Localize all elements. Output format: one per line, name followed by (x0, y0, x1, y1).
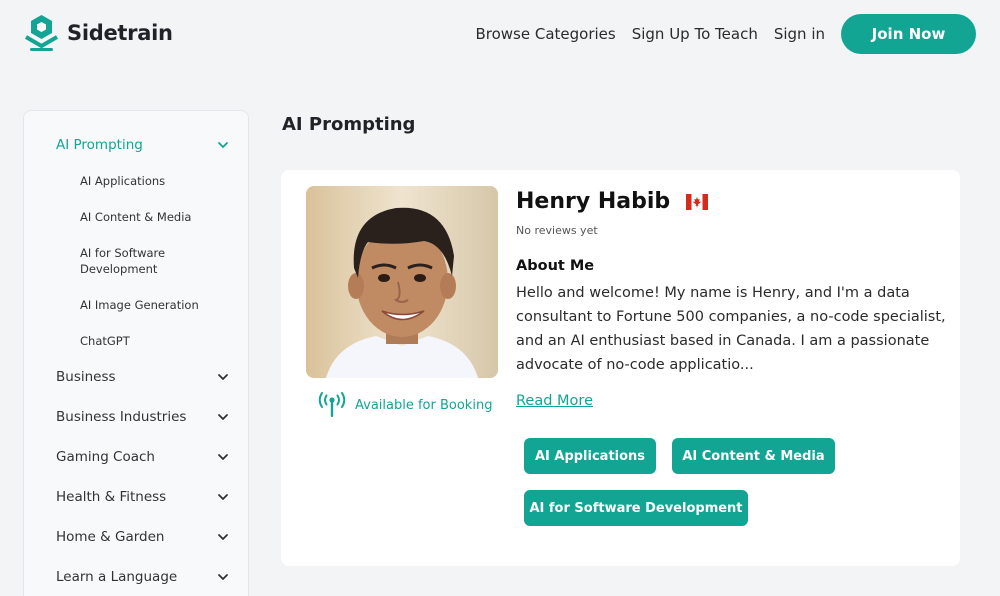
chevron-down-icon (218, 494, 228, 501)
sidebar-item-label: AI Prompting (56, 137, 143, 153)
availability-status[interactable]: Available for Booking (317, 392, 492, 418)
tag-ai-software-development[interactable]: AI for Software Development (524, 490, 748, 526)
sidebar-subitem-ai-content-media[interactable]: AI Content & Media (80, 209, 230, 225)
sidebar-subitem-chatgpt[interactable]: ChatGPT (80, 333, 230, 349)
broadcast-antenna-icon (318, 392, 346, 417)
sidebar-subitem-ai-applications[interactable]: AI Applications (80, 173, 230, 189)
chevron-down-icon (218, 414, 228, 421)
sidebar-item-learn-a-language[interactable]: Learn a Language (56, 569, 230, 585)
top-header: Sidetrain Browse Categories Sign Up To T… (0, 0, 1000, 70)
about-heading: About Me (516, 258, 595, 274)
about-text: Hello and welcome! My name is Henry, and… (516, 285, 946, 373)
sidebar-item-business[interactable]: Business (56, 369, 230, 385)
sidetrain-logo-icon (24, 15, 59, 51)
sidebar-item-label: Learn a Language (56, 569, 178, 585)
chevron-down-icon (218, 534, 228, 541)
reviews-status: No reviews yet (516, 224, 598, 237)
chevron-down-icon (218, 374, 228, 381)
read-more-link[interactable]: Read More (516, 393, 593, 409)
availability-label: Available for Booking (355, 397, 493, 413)
coach-name[interactable]: Henry Habib (516, 189, 670, 214)
page-title: AI Prompting (282, 114, 416, 135)
sidebar-subitem-ai-image-generation[interactable]: AI Image Generation (80, 297, 230, 313)
nav-sign-in[interactable]: Sign in (774, 25, 825, 43)
nav-browse-categories[interactable]: Browse Categories (475, 25, 615, 43)
chevron-down-icon (218, 574, 228, 581)
chevron-down-icon (218, 142, 228, 149)
top-nav: Browse Categories Sign Up To Teach Sign … (475, 14, 976, 54)
sidebar-item-ai-prompting[interactable]: AI Prompting (56, 137, 230, 153)
category-sidebar: AI Prompting AI Applications AI Content … (23, 110, 249, 596)
chevron-down-icon (218, 454, 228, 461)
tag-ai-content-media[interactable]: AI Content & Media (672, 438, 835, 474)
brand-logo[interactable]: Sidetrain (24, 13, 173, 53)
sidebar-item-label: Gaming Coach (56, 449, 155, 465)
sidebar-item-label: Health & Fitness (56, 489, 167, 505)
sidebar-item-home-garden[interactable]: Home & Garden (56, 529, 230, 545)
sidebar-item-label: Business (56, 369, 116, 385)
nav-sign-up-to-teach[interactable]: Sign Up To Teach (632, 25, 758, 43)
brand-name: Sidetrain (67, 21, 173, 45)
coach-photo[interactable] (306, 186, 498, 378)
sidebar-item-label: Business Industries (56, 409, 187, 425)
coach-name-row: Henry Habib (516, 189, 709, 214)
sidebar-item-business-industries[interactable]: Business Industries (56, 409, 230, 425)
coach-portrait-image (306, 186, 498, 378)
tag-ai-applications[interactable]: AI Applications (524, 438, 656, 474)
sidebar-subitem-ai-software-development[interactable]: AI for Software Development (80, 245, 190, 277)
coach-card: Available for Booking Henry Habib No rev… (281, 170, 960, 566)
sidebar-item-gaming-coach[interactable]: Gaming Coach (56, 449, 230, 465)
sidebar-item-health-fitness[interactable]: Health & Fitness (56, 489, 230, 505)
join-now-button[interactable]: Join Now (841, 14, 976, 54)
canada-flag-icon (686, 193, 709, 210)
sidebar-item-label: Home & Garden (56, 529, 165, 545)
